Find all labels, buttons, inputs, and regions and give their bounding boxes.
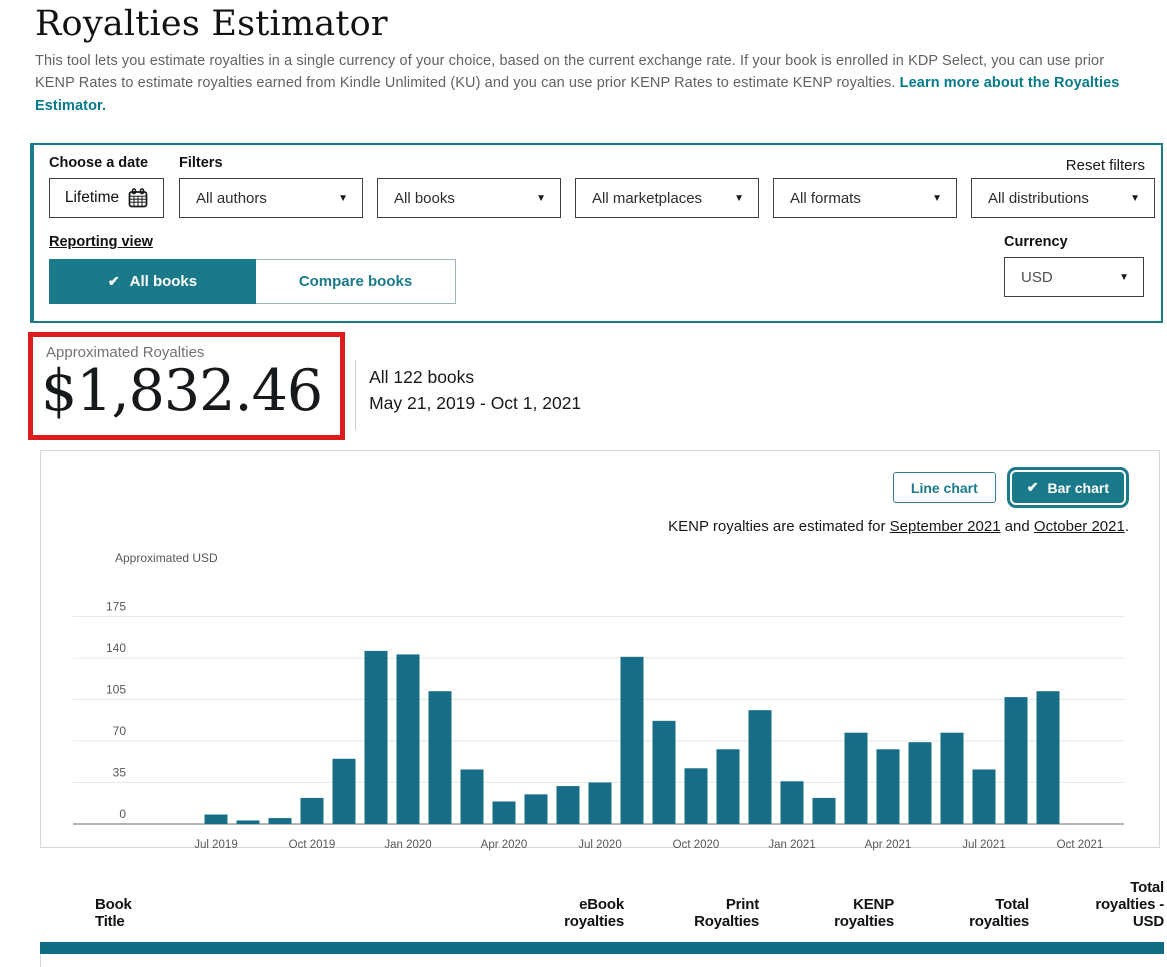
svg-text:Apr 2021: Apr 2021 — [865, 839, 912, 851]
authors-filter-dropdown[interactable]: All authors ▼ — [179, 178, 363, 218]
summary-books-count: All 122 books — [369, 365, 581, 390]
svg-text:Oct 2019: Oct 2019 — [289, 839, 336, 851]
svg-text:0: 0 — [119, 807, 126, 821]
chevron-down-icon: ▼ — [932, 193, 942, 204]
svg-text:Jul 2019: Jul 2019 — [194, 839, 237, 851]
royalties-table: Book Title eBook royalties Print Royalti… — [40, 880, 1164, 967]
royalties-summary: Approximated Royalties $1,832.46 All 122… — [28, 332, 1167, 440]
svg-text:175: 175 — [106, 599, 126, 613]
reporting-row: Reporting view ✔ All books Compare books… — [49, 234, 1146, 304]
bar-chart-button[interactable]: ✔ Bar chart — [1012, 472, 1124, 503]
svg-text:Oct 2020: Oct 2020 — [673, 839, 720, 851]
date-range-picker[interactable]: Lifetime — [49, 178, 164, 218]
currency-dropdown[interactable]: USD ▼ — [1004, 257, 1144, 297]
tab-compare-books[interactable]: Compare books — [256, 259, 456, 304]
column-header-print-royalties: Print Royalties — [624, 897, 759, 931]
column-header-kenp-royalties: KENP royalties — [759, 897, 894, 931]
annotation-highlight-box: Approximated Royalties $1,832.46 — [28, 332, 345, 440]
chevron-down-icon: ▼ — [1119, 272, 1129, 283]
marketplaces-filter-value: All marketplaces — [592, 190, 702, 207]
reporting-view-label: Reporting view — [49, 234, 456, 250]
september-2021-link[interactable]: September 2021 — [890, 518, 1001, 535]
summary-date-range: May 21, 2019 - Oct 1, 2021 — [369, 391, 581, 416]
svg-text:Jul 2021: Jul 2021 — [962, 839, 1005, 851]
page-title: Royalties Estimator — [35, 4, 1167, 44]
svg-text:Jul 2020: Jul 2020 — [578, 839, 621, 851]
formats-filter-dropdown[interactable]: All formats ▼ — [773, 178, 957, 218]
filter-dropdowns: All authors ▼ All books ▼ All marketplaces… — [179, 178, 1155, 218]
date-group: Choose a date Lifetime — [49, 155, 164, 218]
line-chart-button[interactable]: Line chart — [893, 472, 996, 503]
authors-filter-value: All authors — [196, 190, 267, 207]
kenp-note-text: . — [1125, 518, 1129, 535]
svg-text:70: 70 — [113, 724, 127, 738]
currency-value: USD — [1021, 269, 1053, 286]
svg-text:Oct 2021: Oct 2021 — [1057, 839, 1104, 851]
kenp-note-text: and — [1001, 518, 1034, 535]
books-filter-value: All books — [394, 190, 455, 207]
column-header-total-royalties: Total royalties — [894, 897, 1029, 931]
date-range-value: Lifetime — [65, 189, 119, 207]
formats-filter-value: All formats — [790, 190, 861, 207]
chevron-down-icon: ▼ — [338, 193, 348, 204]
chart-panel: Line chart ✔ Bar chart KENP royalties ar… — [40, 450, 1160, 848]
currency-group: Currency USD ▼ — [1004, 234, 1144, 304]
reporting-view-group: Reporting view ✔ All books Compare books — [49, 234, 456, 304]
svg-text:Jan 2020: Jan 2020 — [384, 839, 431, 851]
filters-label: Filters — [179, 155, 1155, 171]
tab-all-books-label: All books — [130, 273, 198, 290]
check-icon: ✔ — [108, 273, 120, 290]
october-2021-link[interactable]: October 2021 — [1034, 518, 1125, 535]
distributions-filter-dropdown[interactable]: All distributions ▼ — [971, 178, 1155, 218]
filter-panel: Choose a date Lifetime Filters — [30, 143, 1163, 323]
currency-label: Currency — [1004, 234, 1144, 250]
chevron-down-icon: ▼ — [536, 193, 546, 204]
svg-text:105: 105 — [106, 682, 126, 696]
svg-text:35: 35 — [113, 765, 127, 779]
filter-row: Choose a date Lifetime Filters — [49, 155, 1146, 218]
choose-date-label: Choose a date — [49, 155, 164, 171]
tab-compare-books-label: Compare books — [299, 273, 412, 290]
table-header-divider-bar — [40, 942, 1164, 954]
royalties-estimator-page: Royalties Estimator This tool lets you e… — [0, 4, 1167, 967]
table-header: Book Title eBook royalties Print Royalti… — [40, 880, 1164, 930]
svg-text:Apr 2020: Apr 2020 — [481, 839, 528, 851]
table-row[interactable]: All 122 books $0.00 $1,832.46 $0.00 $1,8… — [40, 954, 1164, 967]
distributions-filter-value: All distributions — [988, 190, 1089, 207]
kenp-note-text: KENP royalties are estimated for — [668, 518, 889, 535]
svg-text:140: 140 — [106, 641, 126, 655]
y-axis-label: Approximated USD — [115, 551, 1129, 565]
summary-meta: All 122 books May 21, 2019 - Oct 1, 2021 — [356, 332, 581, 440]
filters-group: Filters All authors ▼ All books ▼ All mark… — [179, 155, 1155, 218]
approximated-royalties-amount: $1,832.46 — [41, 361, 322, 423]
bar-chart-button-label: Bar chart — [1048, 480, 1109, 496]
svg-text:Jan 2021: Jan 2021 — [768, 839, 815, 851]
column-header-ebook-royalties: eBook royalties — [489, 897, 624, 931]
kenp-estimate-note: KENP royalties are estimated for Septemb… — [71, 518, 1129, 535]
reporting-view-tabs: ✔ All books Compare books — [49, 259, 456, 304]
marketplaces-filter-dropdown[interactable]: All marketplaces ▼ — [575, 178, 759, 218]
chevron-down-icon: ▼ — [1130, 193, 1140, 204]
reset-filters-button[interactable]: Reset filters — [1066, 157, 1145, 174]
royalties-bar-chart: 0 35 70 105 140 175 Jul 2019 Oct 2019 Jan 2020 Ap… — [71, 567, 1129, 859]
chart-type-controls: Line chart ✔ Bar chart — [71, 471, 1129, 505]
column-header-book-title: Book Title — [40, 897, 489, 931]
column-header-total-royalties-usd: Total royalties - USD — [1029, 880, 1164, 930]
tab-all-books[interactable]: ✔ All books — [49, 259, 256, 304]
check-icon: ✔ — [1027, 479, 1039, 496]
calendar-icon — [128, 188, 148, 208]
page-description: This tool lets you estimate royalties in… — [35, 50, 1147, 117]
books-filter-dropdown[interactable]: All books ▼ — [377, 178, 561, 218]
chevron-down-icon: ▼ — [734, 193, 744, 204]
